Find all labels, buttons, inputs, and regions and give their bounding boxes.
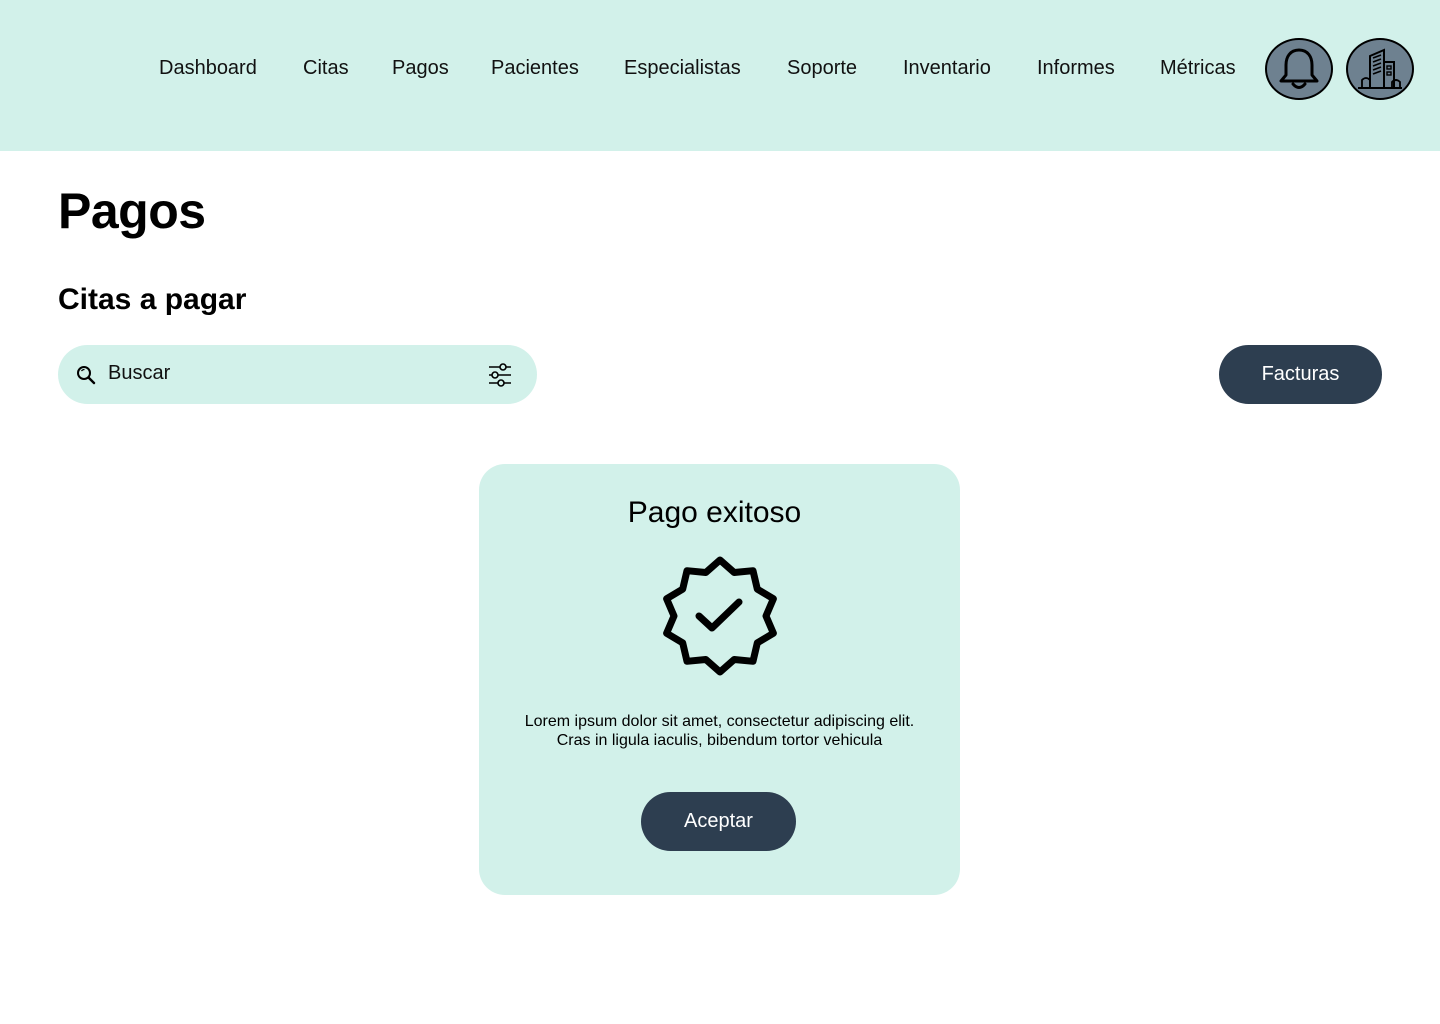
page-title: Pagos xyxy=(58,183,206,239)
top-header: Dashboard Citas Pagos Pacientes Especial… xyxy=(0,0,1440,151)
main-nav: Dashboard Citas Pagos Pacientes Especial… xyxy=(0,0,1440,140)
nav-item-pagos[interactable]: Pagos xyxy=(392,56,449,80)
search-icon xyxy=(77,366,96,385)
payment-success-dialog: Pago exitoso Lorem ipsum dolor sit amet,… xyxy=(479,464,960,895)
dialog-message: Lorem ipsum dolor sit amet, consectetur … xyxy=(489,712,950,750)
nav-item-inventario[interactable]: Inventario xyxy=(903,56,991,80)
search-input[interactable] xyxy=(108,359,468,387)
dialog-message-line-2: Cras in ligula iaculis, bibendum tortor … xyxy=(556,732,883,749)
nav-item-especialistas[interactable]: Especialistas xyxy=(624,56,741,80)
bell-icon xyxy=(1279,48,1319,89)
nav-item-informes[interactable]: Informes xyxy=(1037,56,1115,80)
dialog-title: Pago exitoso xyxy=(627,496,802,529)
facturas-button[interactable]: Facturas xyxy=(1219,345,1382,404)
nav-item-pacientes[interactable]: Pacientes xyxy=(491,56,579,80)
accept-button[interactable]: Aceptar xyxy=(641,792,796,851)
dialog-message-line-1: Lorem ipsum dolor sit amet, consectetur … xyxy=(524,713,915,730)
section-title: Citas a pagar xyxy=(58,283,247,316)
building-icon xyxy=(1358,48,1402,89)
verified-badge-icon xyxy=(663,556,777,676)
nav-item-metricas[interactable]: Métricas xyxy=(1160,56,1236,80)
filter-sliders-icon[interactable] xyxy=(486,362,514,388)
nav-item-soporte[interactable]: Soporte xyxy=(787,56,857,80)
nav-item-dashboard[interactable]: Dashboard xyxy=(159,56,257,80)
search-bar xyxy=(58,345,537,404)
nav-item-citas[interactable]: Citas xyxy=(303,56,349,80)
notifications-button[interactable] xyxy=(1265,38,1333,100)
organization-button[interactable] xyxy=(1346,38,1414,100)
